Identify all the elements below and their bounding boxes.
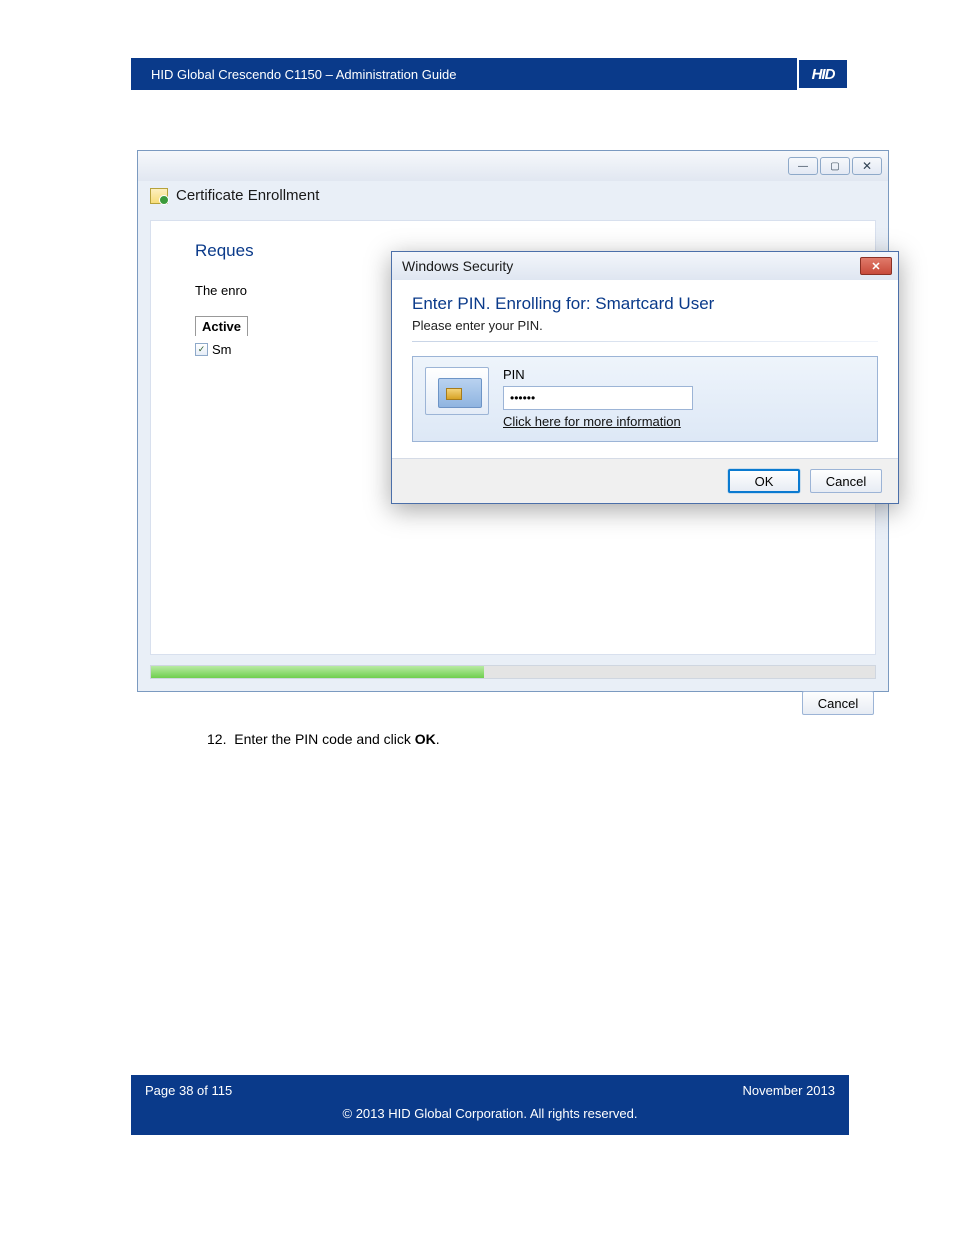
security-heading: Enter PIN. Enrolling for: Smartcard User (412, 294, 878, 314)
security-footer: OK Cancel (392, 458, 898, 503)
security-divider (412, 341, 878, 342)
hid-logo-text: HID (812, 66, 835, 83)
pin-input[interactable]: •••••• (503, 386, 693, 410)
footer-date: November 2013 (743, 1083, 836, 1098)
smartcard-icon (425, 367, 489, 415)
step-bold: OK (415, 731, 436, 747)
security-titlebar: Windows Security ✕ (392, 252, 898, 280)
footer-copyright: © 2013 HID Global Corporation. All right… (343, 1106, 638, 1121)
hid-logo: HID (797, 58, 849, 90)
close-button[interactable]: ✕ (852, 157, 882, 175)
cert-enrollment-window: — ▢ ✕ Certificate Enrollment Reques The … (137, 150, 889, 692)
active-column-header: Active (195, 316, 248, 336)
certificate-icon (150, 188, 168, 204)
progress-bar (150, 665, 876, 679)
step-suffix: . (436, 731, 440, 747)
doc-header-text: HID Global Crescendo C1150 – Administrat… (151, 67, 456, 82)
pin-label: PIN (503, 367, 693, 382)
window-titlebar: — ▢ ✕ (138, 151, 888, 181)
doc-header: HID Global Crescendo C1150 – Administrat… (131, 58, 849, 90)
security-subtext: Please enter your PIN. (412, 318, 878, 333)
security-close-button[interactable]: ✕ (860, 257, 892, 275)
minimize-button[interactable]: — (788, 157, 818, 175)
maximize-button[interactable]: ▢ (820, 157, 850, 175)
pin-input-value: •••••• (510, 391, 535, 405)
template-checkbox[interactable]: ✓ (195, 343, 208, 356)
footer-page: Page 38 of 115 (145, 1083, 232, 1098)
ok-button[interactable]: OK (728, 469, 800, 493)
security-body: Enter PIN. Enrolling for: Smartcard User… (392, 280, 898, 458)
security-title-text: Windows Security (402, 258, 513, 274)
doc-footer: Page 38 of 115 November 2013 © 2013 HID … (131, 1075, 849, 1135)
step-number: 12. (207, 731, 226, 747)
cert-window-title: Certificate Enrollment (176, 187, 319, 204)
cert-header-row: Certificate Enrollment (138, 181, 888, 210)
info-link[interactable]: Click here for more information (503, 414, 693, 429)
windows-security-dialog: Windows Security ✕ Enter PIN. Enrolling … (391, 251, 899, 504)
cert-cancel-button[interactable]: Cancel (802, 691, 874, 715)
step-instruction: 12. Enter the PIN code and click OK. (207, 731, 440, 747)
security-cancel-button[interactable]: Cancel (810, 469, 882, 493)
template-label: Sm (212, 342, 232, 357)
progress-bar-fill (151, 666, 484, 678)
pin-panel: PIN •••••• Click here for more informati… (412, 356, 878, 442)
step-prefix: Enter the PIN code and click (234, 731, 415, 747)
